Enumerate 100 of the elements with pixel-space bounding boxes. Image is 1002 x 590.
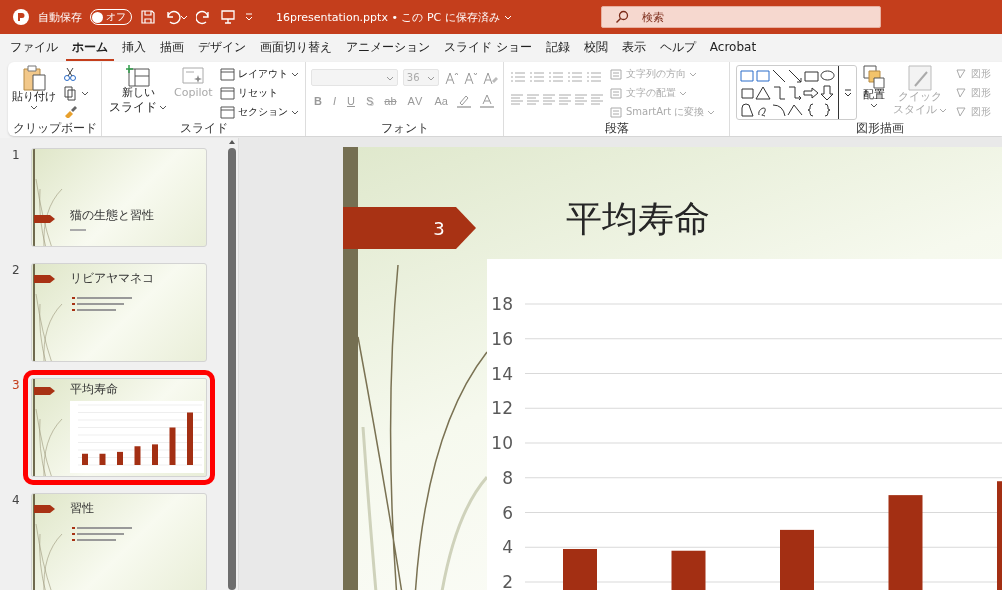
caret-icon[interactable] bbox=[30, 103, 38, 110]
presentation-icon[interactable] bbox=[220, 9, 236, 25]
highlighter-icon[interactable] bbox=[455, 93, 474, 108]
clear-format-icon[interactable] bbox=[482, 70, 498, 85]
shape-gallery[interactable] bbox=[736, 65, 857, 120]
caret-icon[interactable] bbox=[290, 71, 299, 77]
undo-icon[interactable] bbox=[164, 9, 188, 25]
font-name-field[interactable] bbox=[311, 69, 398, 86]
grow-font-icon[interactable] bbox=[444, 70, 458, 85]
shape-icon[interactable] bbox=[803, 84, 819, 101]
slide-number: 4 bbox=[11, 493, 21, 509]
shape-format-icon[interactable] bbox=[955, 105, 968, 119]
slide-title: 習性 bbox=[70, 500, 94, 517]
slide-number: 1 bbox=[11, 148, 21, 164]
y-axis-label: 4 bbox=[502, 537, 513, 558]
ribbon-tab[interactable]: アニメーション bbox=[340, 35, 436, 61]
slide-title: 平均寿命 bbox=[70, 381, 118, 398]
shape-icon[interactable] bbox=[771, 67, 787, 84]
layout-icon[interactable] bbox=[219, 67, 235, 81]
ribbon-tab[interactable]: ヘルプ bbox=[653, 35, 702, 61]
y-axis-label: 12 bbox=[491, 398, 513, 419]
slide-title: 平均寿命 bbox=[566, 197, 710, 241]
autosave-label: 自動保存 bbox=[38, 9, 82, 25]
slide-thumbnail[interactable]: 習性 bbox=[31, 493, 207, 590]
slide-number: 2 bbox=[11, 263, 21, 279]
save-icon[interactable] bbox=[140, 9, 156, 25]
caret-icon[interactable] bbox=[159, 104, 167, 111]
clipboard-icon[interactable] bbox=[22, 65, 46, 91]
slide-number-tag bbox=[34, 215, 55, 223]
slide-number-tag bbox=[34, 387, 55, 395]
bullet-text-lines bbox=[72, 527, 132, 541]
ribbon-tab[interactable]: 描画 bbox=[154, 35, 190, 61]
section-icon[interactable] bbox=[219, 105, 235, 119]
copy-icon[interactable] bbox=[63, 85, 77, 101]
group-label: 段落 bbox=[603, 121, 630, 136]
y-axis-label: 18 bbox=[491, 294, 513, 314]
ribbon-tab[interactable]: ファイル bbox=[4, 35, 64, 61]
ribbon-tab[interactable]: デザイン bbox=[192, 35, 252, 61]
chevron-down-icon[interactable] bbox=[503, 13, 513, 21]
ribbon-tab[interactable]: 挿入 bbox=[116, 35, 152, 61]
shrink-font-icon[interactable] bbox=[463, 70, 477, 85]
caret-icon[interactable] bbox=[843, 88, 852, 97]
slide-thumbnail[interactable]: リビアヤマネコ bbox=[31, 263, 207, 362]
search-field[interactable]: 検索 bbox=[600, 6, 881, 28]
y-axis-label: 16 bbox=[491, 328, 513, 349]
bullet-text-lines bbox=[72, 297, 132, 311]
group-label: 図形描画 bbox=[855, 121, 905, 136]
shape-icon[interactable] bbox=[739, 101, 755, 118]
subtitle-line bbox=[70, 229, 86, 231]
slide-option-button[interactable]: リセット bbox=[217, 84, 300, 102]
shape-icon[interactable] bbox=[819, 84, 835, 101]
bar bbox=[671, 550, 706, 590]
arrange-icon[interactable] bbox=[863, 65, 885, 89]
paste-button[interactable]: 貼り付け bbox=[10, 65, 58, 121]
ribbon-tab[interactable]: ホーム bbox=[66, 35, 114, 61]
y-axis-label: 8 bbox=[502, 467, 513, 488]
file-title: 16presentation.pptx • この PC に保存済み bbox=[276, 9, 500, 25]
shape-icon[interactable] bbox=[755, 84, 771, 101]
ribbon-tab[interactable]: 記録 bbox=[539, 35, 576, 61]
caret-icon[interactable] bbox=[81, 90, 89, 96]
ribbon-tab[interactable]: 校閲 bbox=[577, 35, 614, 61]
shape-format-icon[interactable] bbox=[955, 86, 968, 100]
customize-caret-icon[interactable] bbox=[244, 12, 254, 22]
bar bbox=[563, 549, 597, 590]
caret-icon[interactable] bbox=[290, 109, 299, 115]
ribbon-tab[interactable]: 画面切り替え bbox=[254, 35, 338, 61]
slide-number-tag: 3 bbox=[343, 207, 477, 249]
scrollbar[interactable] bbox=[226, 138, 238, 590]
slide-option-button[interactable]: レイアウト bbox=[217, 65, 300, 83]
slide-number-tag bbox=[34, 275, 55, 283]
y-axis-label: 6 bbox=[502, 502, 513, 523]
search-icon[interactable] bbox=[614, 10, 629, 24]
bar bbox=[780, 529, 814, 590]
ribbon-tab[interactable]: Acrobat bbox=[703, 37, 763, 59]
font-color-icon[interactable] bbox=[478, 93, 497, 108]
shape-icon[interactable] bbox=[771, 101, 787, 118]
format-painter-icon[interactable] bbox=[63, 104, 77, 118]
slide-thumbnail[interactable]: 猫の生態と習性 bbox=[31, 148, 207, 247]
y-axis-label: 10 bbox=[491, 433, 513, 453]
slide-title: リビアヤマネコ bbox=[70, 270, 154, 287]
shape-icon[interactable] bbox=[787, 67, 803, 84]
powerpoint-logo-icon[interactable] bbox=[12, 8, 30, 26]
reset-icon[interactable] bbox=[219, 86, 235, 100]
caret-icon[interactable] bbox=[870, 101, 878, 108]
group-label: フォント bbox=[379, 121, 430, 136]
ribbon-tab[interactable]: スライド ショー bbox=[438, 35, 538, 61]
shape-format-icon[interactable] bbox=[955, 67, 968, 81]
y-axis-label: 14 bbox=[491, 363, 513, 384]
slide-number: 3 bbox=[11, 378, 21, 394]
slide-title: 猫の生態と習性 bbox=[70, 207, 154, 224]
y-axis-label: 2 bbox=[502, 572, 513, 590]
slide-number-tag bbox=[34, 505, 55, 513]
new-slide-button[interactable]: 新しい スライド bbox=[107, 65, 169, 121]
redo-icon[interactable] bbox=[196, 9, 212, 25]
slide-option-button[interactable]: セクション bbox=[217, 103, 300, 121]
new-slide-icon[interactable] bbox=[126, 65, 150, 87]
group-label: クリップボード bbox=[11, 121, 98, 136]
scissors-icon[interactable] bbox=[63, 67, 77, 82]
ribbon-tab[interactable]: 表示 bbox=[615, 35, 652, 61]
arrange-button[interactable]: 配置 bbox=[861, 65, 887, 121]
